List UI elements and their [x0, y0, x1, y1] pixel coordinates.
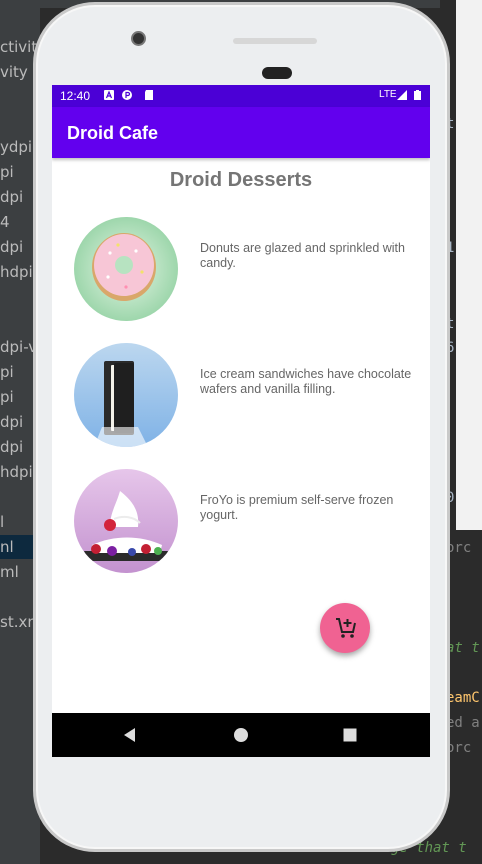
front-camera: [131, 31, 146, 46]
device-screen: 12:40 LTE Droid Cafe Droid Desserts Donu…: [52, 85, 430, 757]
ide-tree-item[interactable]: dpi: [0, 188, 23, 206]
add-shopping-cart-icon: [336, 618, 356, 638]
recents-icon[interactable]: [340, 725, 360, 745]
app-bar: Droid Cafe: [52, 107, 430, 158]
donut-image[interactable]: [74, 217, 178, 321]
code-line: at t: [446, 640, 480, 656]
ide-tree-item[interactable]: vity: [0, 63, 28, 81]
ide-tree-item[interactable]: nl: [0, 538, 14, 556]
ide-tree-item[interactable]: dpi-v: [0, 338, 37, 356]
network-type: LTE: [379, 89, 397, 100]
status-time: 12:40: [60, 89, 91, 103]
page-title: Droid Desserts: [169, 169, 313, 191]
notification-p-icon: [122, 90, 132, 100]
ide-tree-item[interactable]: hdpi: [0, 263, 33, 281]
dessert-description: Donuts are glazed and sprinkled with can…: [200, 241, 405, 270]
app-title: Droid Cafe: [67, 123, 159, 143]
dessert-description: Ice cream sandwiches have chocolate wafe…: [200, 367, 412, 396]
add-to-cart-button[interactable]: [320, 603, 370, 653]
ide-tree-item[interactable]: pi: [0, 363, 14, 381]
status-bar: 12:40 LTE: [52, 85, 430, 107]
ide-tree-item[interactable]: pi: [0, 163, 14, 181]
ide-tree-item[interactable]: dpi: [0, 438, 23, 456]
dessert-item-ice-cream-sandwich: Ice cream sandwiches have chocolate wafe…: [74, 343, 414, 447]
ide-tree-item[interactable]: ml: [0, 563, 19, 581]
dessert-description: FroYo is premium self-serve frozen yogur…: [200, 493, 394, 522]
home-icon[interactable]: [231, 725, 251, 745]
ide-tree-item[interactable]: hdpi: [0, 463, 33, 481]
code-line: ed a: [446, 715, 480, 731]
signal-icon: [397, 90, 407, 100]
navigation-bar: [52, 713, 430, 757]
ide-side-panel: [456, 0, 482, 530]
dessert-item-donut: Donuts are glazed and sprinkled with can…: [74, 217, 414, 321]
sd-card-icon: [145, 90, 153, 100]
ide-tree-item[interactable]: 4: [0, 213, 10, 231]
froyo-image[interactable]: [74, 469, 178, 573]
earpiece-speaker: [233, 38, 317, 44]
ide-tree-item[interactable]: dpi: [0, 413, 23, 431]
notification-a-icon: [104, 90, 114, 100]
back-icon[interactable]: [120, 725, 140, 745]
code-line: eamC: [446, 690, 480, 706]
ide-tree-item[interactable]: l: [0, 513, 4, 531]
dessert-item-froyo: FroYo is premium self-serve frozen yogur…: [74, 469, 414, 573]
battery-icon: [414, 90, 421, 100]
ice-cream-sandwich-image[interactable]: [74, 343, 178, 447]
proximity-sensor: [262, 67, 292, 79]
ide-tree-item[interactable]: ydpi: [0, 138, 32, 156]
ide-tree-item[interactable]: dpi: [0, 238, 23, 256]
ide-tree-item[interactable]: pi: [0, 388, 14, 406]
